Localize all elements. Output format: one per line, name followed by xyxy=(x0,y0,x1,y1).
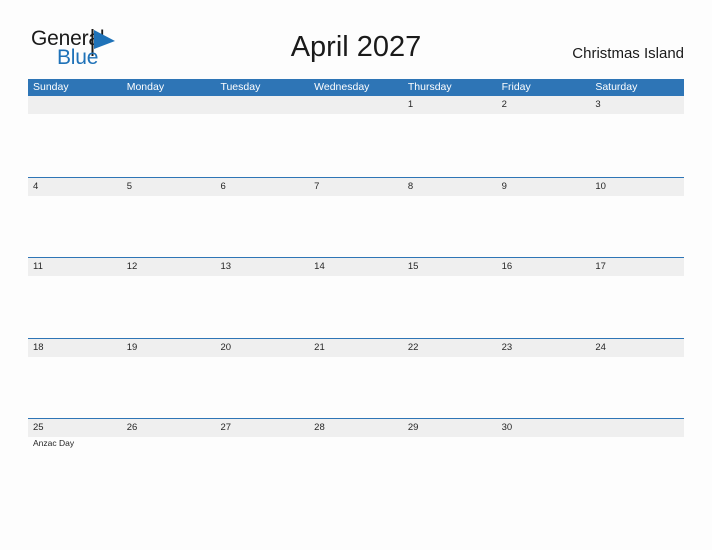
day-number: 7 xyxy=(314,180,320,192)
calendar-grid: Sunday Monday Tuesday Wednesday Thursday Frid… xyxy=(28,79,685,499)
day-number: 20 xyxy=(220,341,232,353)
calendar-day-cell[interactable]: 10 xyxy=(590,177,685,258)
day-band xyxy=(121,177,216,196)
calendar-day-cell-empty xyxy=(121,96,216,177)
calendar-weeks: 1 2 3 4 5 6 7 8 9 10 11 12 13 14 15 16 17 18 19 20 21 22 23 24 2… xyxy=(28,96,685,499)
day-number: 17 xyxy=(595,261,606,272)
calendar-week-row: 18 19 20 21 22 23 24 xyxy=(28,337,685,419)
day-number: 11 xyxy=(33,261,43,272)
weekday-header-friday: Friday xyxy=(501,81,531,93)
day-number: 3 xyxy=(595,99,601,110)
region-label: Christmas Island xyxy=(572,45,684,62)
calendar-page: General Blue April 2027 Christmas Island… xyxy=(0,0,712,550)
day-number: 2 xyxy=(501,99,507,110)
day-number: 27 xyxy=(220,422,232,433)
holiday-label: Anzac Day xyxy=(33,438,75,448)
day-number: 10 xyxy=(595,180,606,192)
calendar-day-cell[interactable]: 21 xyxy=(309,338,403,419)
day-band xyxy=(496,96,591,114)
calendar-day-cell[interactable]: 8 xyxy=(402,177,497,258)
day-number: 9 xyxy=(501,180,507,192)
day-number: 8 xyxy=(407,180,414,192)
calendar-day-cell[interactable]: 24 xyxy=(590,338,685,419)
calendar-day-cell[interactable]: 6 xyxy=(215,177,310,258)
calendar-day-cell[interactable]: 29 xyxy=(402,419,497,499)
calendar-day-cell-empty xyxy=(28,96,122,177)
day-number: 22 xyxy=(407,341,419,353)
day-number: 21 xyxy=(314,341,325,353)
day-number: 18 xyxy=(33,341,44,353)
calendar-week-row: 25 Anzac Day 26 27 28 29 30 xyxy=(28,418,685,499)
day-band xyxy=(402,177,497,196)
calendar-day-cell[interactable]: 5 xyxy=(121,177,216,258)
day-band xyxy=(590,419,685,437)
day-band xyxy=(590,96,685,114)
calendar-day-cell[interactable]: 4 xyxy=(28,177,122,258)
calendar-day-cell[interactable]: 11 xyxy=(28,258,122,338)
weekday-header-thursday: Thursday xyxy=(407,81,452,93)
day-number: 23 xyxy=(501,341,513,353)
day-band xyxy=(28,177,122,196)
calendar-day-cell[interactable]: 30 xyxy=(496,419,591,499)
day-band xyxy=(121,96,216,114)
weekday-header-row: Sunday Monday Tuesday Wednesday Thursday Frid… xyxy=(28,79,684,96)
calendar-day-cell-empty xyxy=(215,96,310,177)
calendar-day-cell-empty xyxy=(309,96,403,177)
calendar-week-row: 1 2 3 xyxy=(28,96,685,177)
day-number: 24 xyxy=(595,341,606,353)
day-band xyxy=(309,96,403,114)
day-band xyxy=(215,96,310,114)
calendar-day-cell[interactable]: 12 xyxy=(121,258,216,338)
weekday-header-sunday: Sunday xyxy=(33,81,69,93)
day-number: 13 xyxy=(220,261,232,272)
calendar-day-cell[interactable]: 1 xyxy=(402,96,497,177)
day-number: 4 xyxy=(33,180,39,192)
calendar-day-cell[interactable]: 23 xyxy=(496,338,591,419)
day-number: 30 xyxy=(501,422,513,433)
day-number: 14 xyxy=(314,261,325,272)
calendar-day-cell[interactable]: 14 xyxy=(309,258,403,338)
day-number: 15 xyxy=(407,261,419,272)
calendar-day-cell[interactable]: 20 xyxy=(215,338,310,419)
day-number: 25 xyxy=(33,422,44,433)
day-number: 19 xyxy=(126,341,138,353)
weekday-header-tuesday: Tuesday xyxy=(220,81,261,93)
weekday-header-saturday: Saturday xyxy=(595,81,638,93)
calendar-day-cell[interactable]: 15 xyxy=(402,258,497,338)
day-events: Anzac Day xyxy=(33,438,119,450)
day-band xyxy=(28,96,122,114)
weekday-header-wednesday: Wednesday xyxy=(314,81,370,93)
calendar-day-cell[interactable]: 26 xyxy=(121,419,216,499)
calendar-day-cell[interactable]: 13 xyxy=(215,258,310,338)
day-number: 12 xyxy=(126,261,138,272)
calendar-week-row: 4 5 6 7 8 9 10 xyxy=(28,176,685,258)
calendar-day-cell[interactable]: 25 Anzac Day xyxy=(28,419,122,499)
day-number: 26 xyxy=(126,422,138,433)
calendar-day-cell[interactable]: 17 xyxy=(590,258,685,338)
day-number: 29 xyxy=(407,422,419,433)
weekday-header-monday: Monday xyxy=(126,81,165,93)
day-number: 16 xyxy=(501,261,513,272)
day-band xyxy=(309,177,403,196)
calendar-day-cell[interactable]: 19 xyxy=(121,338,216,419)
calendar-day-cell[interactable]: 22 xyxy=(402,338,497,419)
calendar-day-cell[interactable]: 18 xyxy=(28,338,122,419)
calendar-day-cell[interactable]: 7 xyxy=(309,177,403,258)
day-band xyxy=(496,177,591,196)
day-band xyxy=(402,96,497,114)
day-band xyxy=(215,177,310,196)
calendar-day-cell[interactable]: 16 xyxy=(496,258,591,338)
day-number: 5 xyxy=(126,180,133,192)
calendar-day-cell[interactable]: 9 xyxy=(496,177,591,258)
calendar-day-cell-empty xyxy=(590,419,685,499)
calendar-week-row: 11 12 13 14 15 16 17 xyxy=(28,257,685,338)
calendar-day-cell[interactable]: 28 xyxy=(309,419,403,499)
calendar-day-cell[interactable]: 3 xyxy=(590,96,685,177)
page-header: General Blue April 2027 Christmas Island xyxy=(0,0,712,78)
day-number: 28 xyxy=(314,422,325,433)
calendar-day-cell[interactable]: 27 xyxy=(215,419,310,499)
day-number: 1 xyxy=(407,99,414,110)
day-number: 6 xyxy=(220,180,226,192)
calendar-day-cell[interactable]: 2 xyxy=(496,96,591,177)
